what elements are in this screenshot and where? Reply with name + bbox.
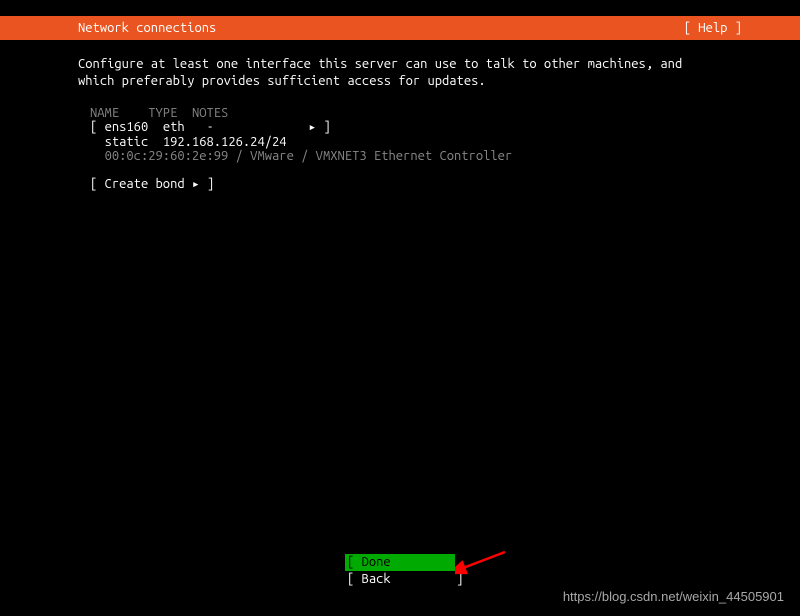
page-title: Network connections — [8, 21, 216, 35]
instruction-text: Configure at least one interface this se… — [78, 56, 722, 90]
arrow-annotation-icon — [455, 548, 515, 578]
hardware-info: 00:0c:29:60:2e:99 / VMware / VMXNET3 Eth… — [90, 149, 722, 163]
col-notes: NOTES — [192, 106, 228, 120]
main-content: Configure at least one interface this se… — [0, 40, 800, 192]
address-row: static 192.168.126.24/24 — [90, 135, 722, 149]
col-type: TYPE — [148, 106, 177, 120]
iface-type: eth — [163, 120, 185, 134]
header-bar: Network connections [ Help ] — [0, 16, 800, 40]
bottom-buttons: [ Done ] [ Back ] — [345, 554, 455, 588]
help-button[interactable]: [ Help ] — [684, 21, 792, 35]
done-button[interactable]: [ Done ] — [345, 554, 455, 571]
addr-value: 192.168.126.24/24 — [163, 135, 287, 149]
watermark-text: https://blog.csdn.net/weixin_44505901 — [563, 589, 784, 604]
interface-table: NAME TYPE NOTES [ ens160 eth - ▸ ] stati… — [90, 106, 722, 163]
create-bond-button[interactable]: [ Create bond ▸ ] — [90, 177, 722, 192]
back-button[interactable]: [ Back ] — [345, 571, 455, 588]
table-header-row: NAME TYPE NOTES — [90, 106, 722, 120]
iface-notes: - — [207, 120, 214, 134]
col-name: NAME — [90, 106, 119, 120]
interface-row[interactable]: [ ens160 eth - ▸ ] — [90, 120, 722, 135]
iface-name: ens160 — [105, 120, 149, 134]
chevron-right-icon: ▸ — [308, 120, 316, 135]
addr-mode: static — [105, 135, 149, 149]
